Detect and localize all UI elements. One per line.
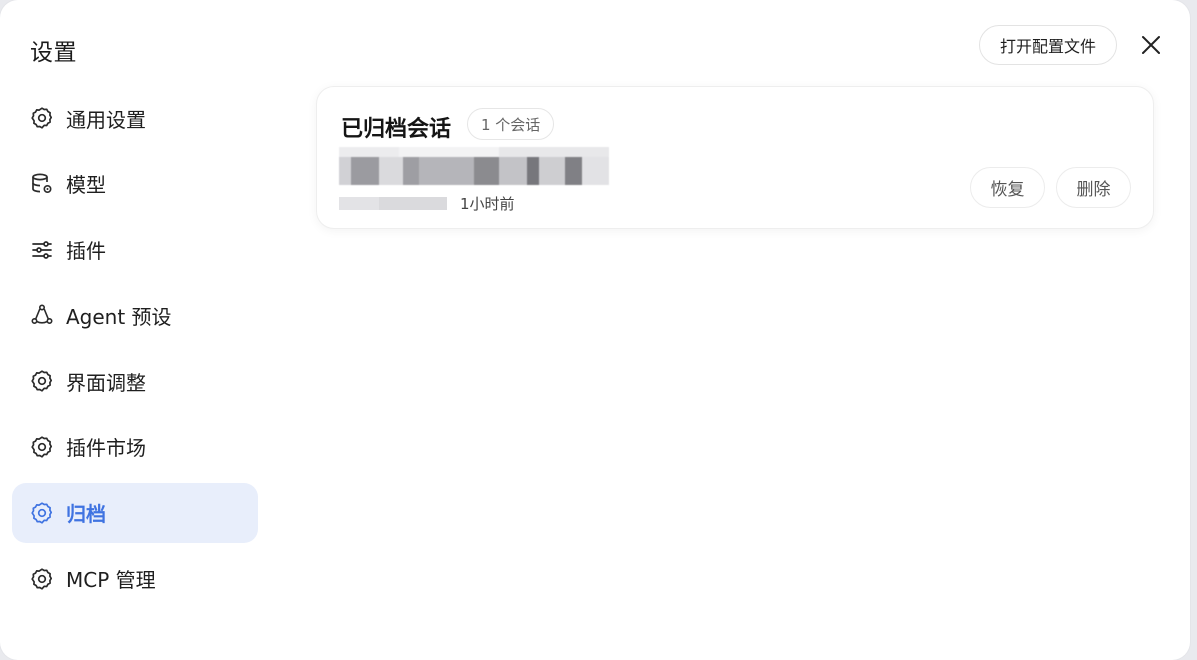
sliders-icon [30, 238, 54, 262]
redacted-session-title [339, 147, 609, 185]
sidebar-item-label: 界面调整 [66, 370, 146, 395]
sidebar-item-archive[interactable]: 归档 [12, 482, 258, 543]
sidebar-item-label: 插件 [66, 239, 106, 264]
sidebar-item-label: 归档 [66, 502, 106, 527]
session-count-badge: 1 个会话 [467, 108, 555, 140]
close-button[interactable] [1135, 29, 1167, 61]
agent-nodes-icon [30, 303, 54, 327]
settings-sidebar: 通用设置 模型 插件 Agent 预设 界面调整 插件市场 归档 MCP 管理 [12, 88, 258, 614]
gear-icon [30, 567, 54, 591]
database-gear-icon [30, 172, 54, 196]
session-time: 1小时前 [460, 195, 515, 213]
sidebar-item-label: MCP 管理 [66, 568, 156, 593]
sidebar-item-label: 通用设置 [66, 107, 146, 132]
open-config-button[interactable]: 打开配置文件 [979, 25, 1117, 65]
gear-icon [30, 369, 54, 393]
close-icon [1142, 36, 1160, 54]
gear-icon [30, 106, 54, 130]
sidebar-item-model[interactable]: 模型 [12, 154, 258, 214]
gear-icon [30, 501, 54, 525]
gear-icon [30, 435, 54, 459]
restore-button[interactable]: 恢复 [970, 167, 1045, 208]
sidebar-item-mcp[interactable]: MCP 管理 [12, 549, 258, 609]
archived-sessions-card: 已归档会话 1 个会话 1小时前 恢复 删除 [316, 86, 1154, 229]
settings-dialog: 设置 打开配置文件 通用设置 模型 插件 Agent 预设 界面调整 插件市场 … [0, 0, 1190, 660]
delete-button[interactable]: 删除 [1056, 167, 1131, 208]
sidebar-item-label: 插件市场 [66, 436, 146, 461]
redacted-session-meta [339, 197, 447, 210]
sidebar-item-plugins[interactable]: 插件 [12, 220, 258, 280]
sidebar-item-label: Agent 预设 [66, 304, 172, 329]
sidebar-item-interface[interactable]: 界面调整 [12, 351, 258, 411]
sidebar-item-plugin-market[interactable]: 插件市场 [12, 417, 258, 477]
archived-sessions-title: 已归档会话 [341, 117, 452, 142]
sidebar-item-agent-presets[interactable]: Agent 预设 [12, 285, 258, 345]
sidebar-item-general[interactable]: 通用设置 [12, 88, 258, 148]
dialog-title: 设置 [30, 40, 77, 66]
sidebar-item-label: 模型 [66, 173, 106, 198]
